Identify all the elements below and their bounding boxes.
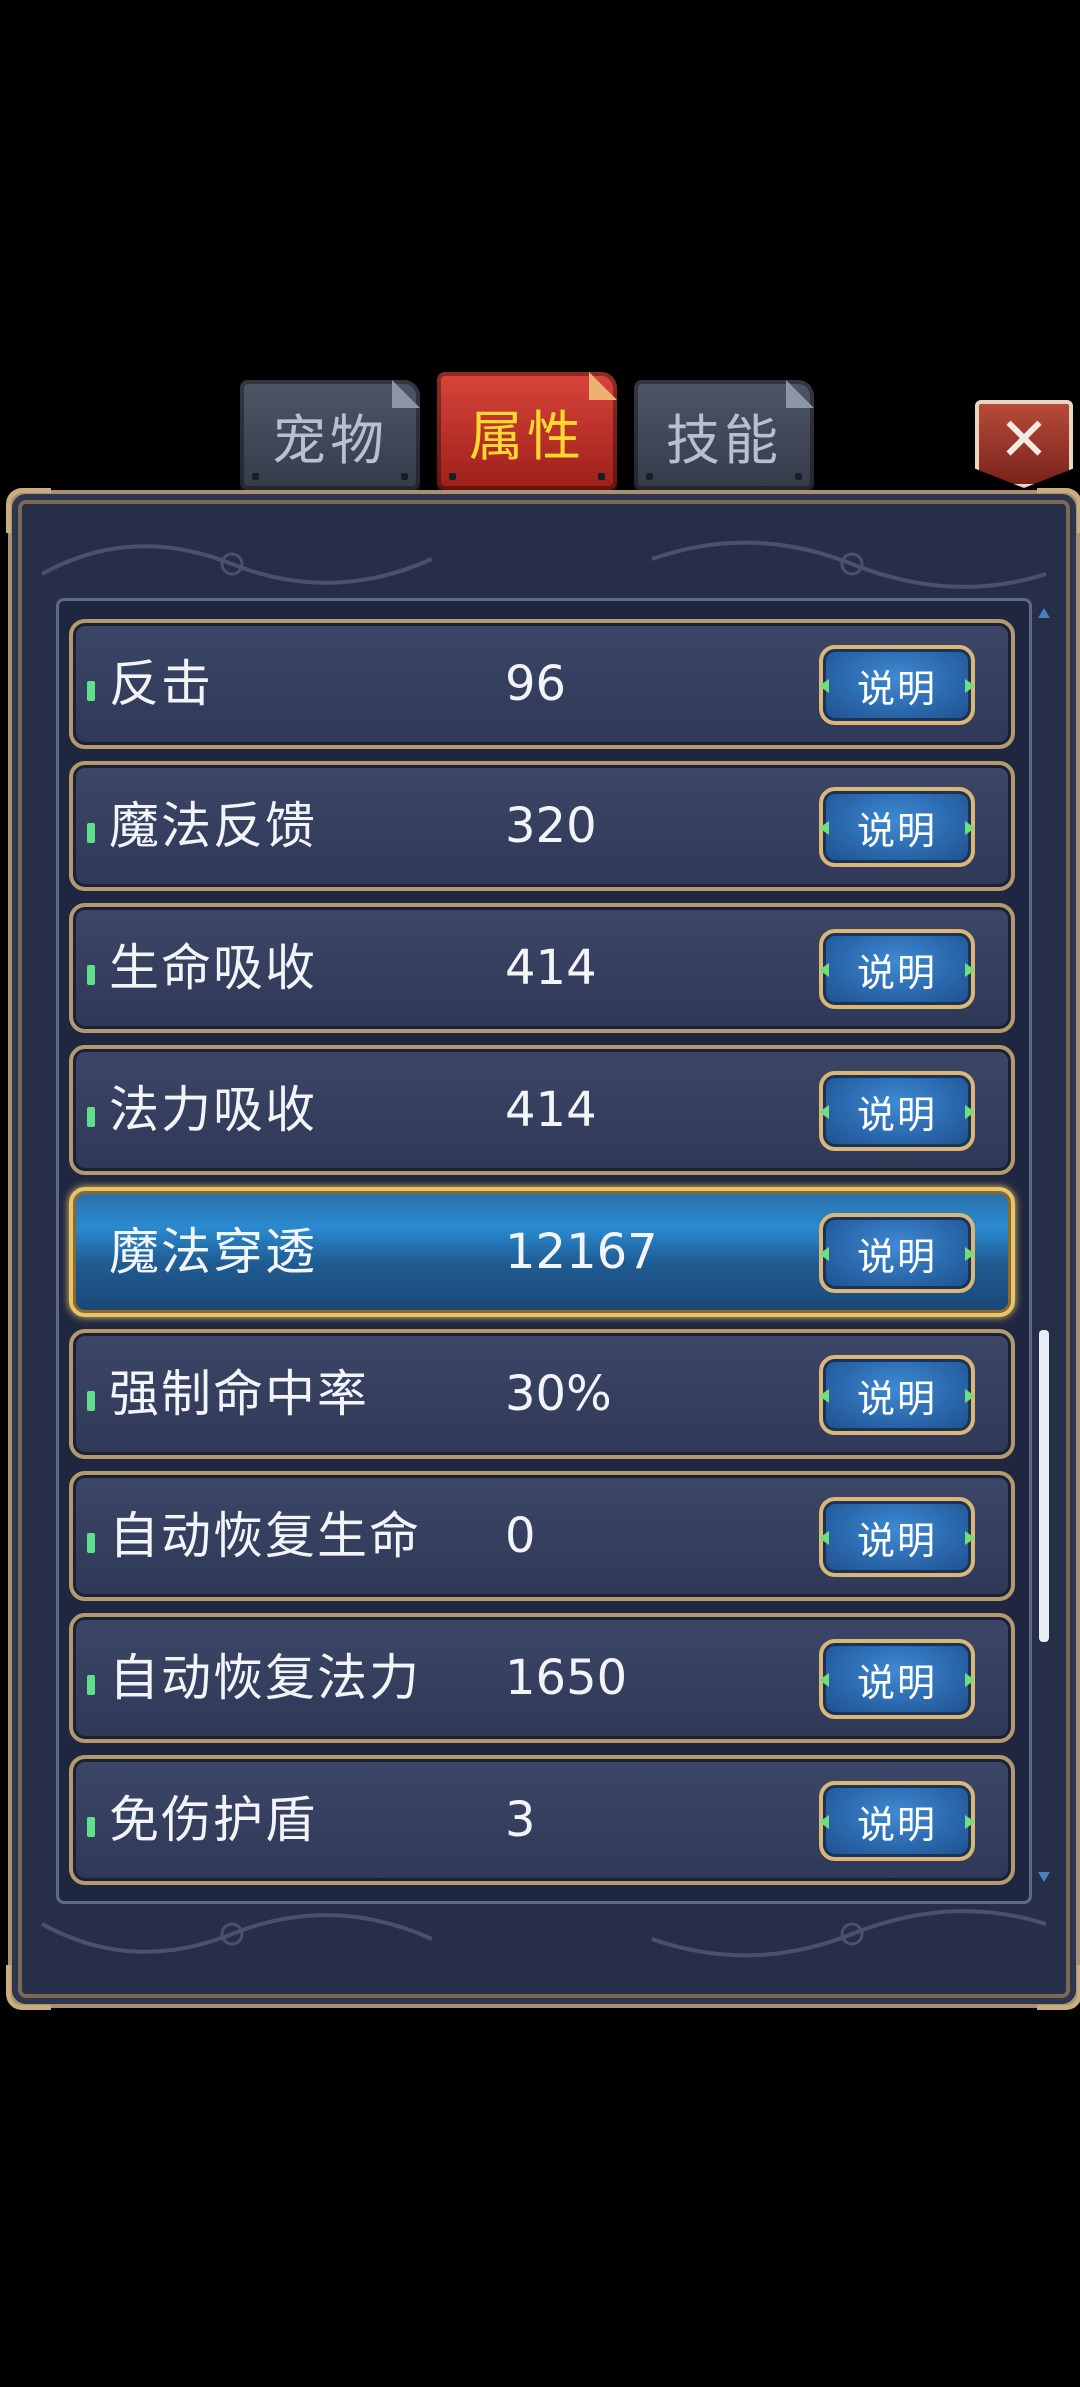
bullet-icon bbox=[87, 1107, 95, 1127]
rivet bbox=[401, 473, 408, 480]
scroll-ornament bbox=[41, 540, 1047, 589]
info-button[interactable]: 说明 bbox=[819, 929, 975, 1009]
attribute-row[interactable]: 自动恢复生命 0 说明 bbox=[69, 1471, 1015, 1601]
bullet-icon bbox=[87, 681, 95, 701]
attribute-name: 魔法穿透 bbox=[109, 1223, 317, 1281]
attribute-value: 30% bbox=[505, 1366, 612, 1422]
info-button[interactable]: 说明 bbox=[819, 1071, 975, 1151]
info-button[interactable]: 说明 bbox=[819, 1781, 975, 1861]
info-button[interactable]: 说明 bbox=[819, 1355, 975, 1435]
tab-attributes[interactable]: 属性 bbox=[437, 372, 617, 490]
rivet bbox=[449, 473, 456, 480]
tab-pet-label: 宠物 bbox=[272, 408, 388, 472]
attribute-row[interactable]: 自动恢复法力 1650 说明 bbox=[69, 1613, 1015, 1743]
attribute-name: 免伤护盾 bbox=[109, 1791, 317, 1849]
tab-pet[interactable]: 宠物 bbox=[240, 380, 420, 490]
attribute-row[interactable]: 强制命中率 30% 说明 bbox=[69, 1329, 1015, 1459]
scrollbar[interactable] bbox=[1036, 600, 1052, 1890]
bullet-icon bbox=[87, 1391, 95, 1411]
scroll-down-arrow-icon[interactable] bbox=[1038, 1872, 1050, 1882]
attribute-value: 1650 bbox=[505, 1650, 628, 1706]
attribute-value: 3 bbox=[505, 1792, 536, 1848]
attribute-value: 320 bbox=[505, 798, 597, 854]
info-button[interactable]: 说明 bbox=[819, 1497, 975, 1577]
attribute-name: 自动恢复生命 bbox=[109, 1507, 421, 1565]
attribute-name: 法力吸收 bbox=[109, 1081, 317, 1139]
tab-attributes-label: 属性 bbox=[469, 404, 585, 468]
rivet bbox=[252, 473, 259, 480]
bullet-icon bbox=[87, 823, 95, 843]
screen: 宠物 属性 技能 ✕ 反击 96 说明 魔法反馈 320 说明 生命吸收 414… bbox=[0, 0, 1080, 2387]
attribute-value: 414 bbox=[505, 940, 597, 996]
info-button[interactable]: 说明 bbox=[819, 1639, 975, 1719]
tab-corner-fold bbox=[589, 372, 617, 400]
tab-skills[interactable]: 技能 bbox=[634, 380, 814, 490]
scroll-ornament bbox=[41, 1909, 1047, 1958]
attribute-row[interactable]: 免伤护盾 3 说明 bbox=[69, 1755, 1015, 1885]
scroll-up-arrow-icon[interactable] bbox=[1038, 608, 1050, 618]
attribute-value: 12167 bbox=[505, 1224, 658, 1280]
info-button[interactable]: 说明 bbox=[819, 787, 975, 867]
attribute-value: 0 bbox=[505, 1508, 536, 1564]
attribute-row[interactable]: 生命吸收 414 说明 bbox=[69, 903, 1015, 1033]
rivet bbox=[598, 473, 605, 480]
tab-corner-fold bbox=[786, 380, 814, 408]
attribute-row[interactable]: 法力吸收 414 说明 bbox=[69, 1045, 1015, 1175]
attribute-list[interactable]: 反击 96 说明 魔法反馈 320 说明 生命吸收 414 说明 法力吸收 41… bbox=[56, 598, 1032, 1904]
info-button[interactable]: 说明 bbox=[819, 1213, 975, 1293]
attribute-row[interactable]: 魔法反馈 320 说明 bbox=[69, 761, 1015, 891]
bullet-icon bbox=[87, 965, 95, 985]
attribute-row-selected[interactable]: 魔法穿透 12167 说明 bbox=[69, 1187, 1015, 1317]
tab-corner-fold bbox=[392, 380, 420, 408]
attribute-name: 魔法反馈 bbox=[109, 797, 317, 855]
bullet-icon bbox=[87, 1533, 95, 1553]
bullet-icon bbox=[87, 1675, 95, 1695]
rivet bbox=[646, 473, 653, 480]
attribute-value: 414 bbox=[505, 1082, 597, 1138]
info-button[interactable]: 说明 bbox=[819, 645, 975, 725]
attribute-name: 生命吸收 bbox=[109, 939, 317, 997]
tab-bar: 宠物 属性 技能 bbox=[240, 372, 840, 505]
attribute-name: 自动恢复法力 bbox=[109, 1649, 421, 1707]
attribute-name: 强制命中率 bbox=[109, 1365, 369, 1423]
close-icon: ✕ bbox=[998, 405, 1050, 475]
attribute-value: 96 bbox=[505, 656, 567, 712]
tab-skills-label: 技能 bbox=[666, 408, 782, 472]
rivet bbox=[795, 473, 802, 480]
attribute-name: 反击 bbox=[109, 655, 213, 713]
attribute-row[interactable]: 反击 96 说明 bbox=[69, 619, 1015, 749]
close-button[interactable]: ✕ bbox=[975, 400, 1073, 488]
bullet-icon bbox=[87, 1817, 95, 1837]
scrollbar-thumb[interactable] bbox=[1039, 1330, 1049, 1642]
